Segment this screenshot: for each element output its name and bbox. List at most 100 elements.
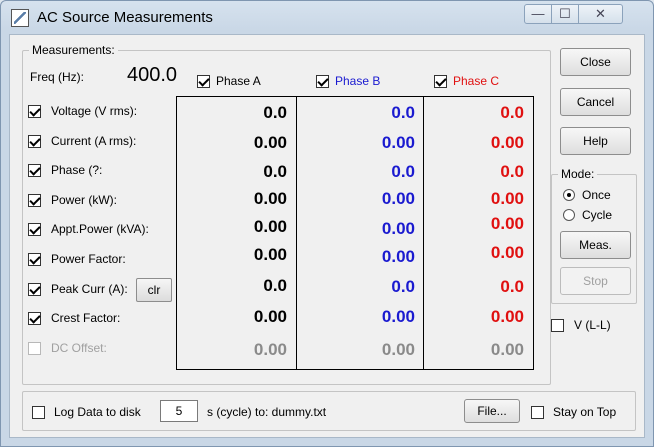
appt-power-checkbox[interactable]	[28, 222, 41, 236]
log-data-label: Log Data to disk	[54, 405, 141, 419]
row-appt-power[interactable]: Appt.Power (kVA):	[28, 222, 149, 236]
phase-angle-checkbox[interactable]	[28, 163, 41, 177]
phase-b-checkbox[interactable]	[316, 74, 329, 88]
current-c: 0.00	[490, 133, 524, 152]
phase-c-toggle[interactable]: Phase C	[434, 74, 499, 88]
file-button[interactable]: File...	[464, 399, 520, 423]
power-c: 0.00	[490, 189, 524, 208]
log-data-checkbox[interactable]	[32, 405, 45, 419]
appt-power-a: 0.00	[253, 217, 287, 236]
meas-button[interactable]: Meas.	[560, 231, 631, 259]
stop-button: Stop	[560, 267, 631, 295]
v-ll-label: V (L-L)	[574, 318, 611, 332]
stay-on-top-toggle[interactable]: Stay on Top	[531, 405, 616, 419]
log-data-toggle[interactable]: Log Data to disk	[32, 405, 141, 419]
dialog-body: Measurements: Freq (Hz): 400.0 Phase A P…	[9, 34, 645, 438]
freq-label: Freq (Hz):	[30, 70, 84, 84]
power-a: 0.00	[253, 189, 287, 208]
crest-factor-label: Crest Factor:	[51, 311, 121, 325]
row-voltage[interactable]: Voltage (V rms):	[28, 104, 137, 118]
mode-cycle-label: Cycle	[582, 208, 613, 222]
v-ll-checkbox[interactable]	[551, 318, 564, 332]
mode-cycle-option[interactable]: Cycle	[563, 208, 612, 222]
title-bar[interactable]: AC Source Measurements — ☐ ✕	[1, 1, 653, 35]
power-factor-checkbox[interactable]	[28, 252, 41, 266]
voltage-c: 0.0	[500, 103, 524, 122]
appt-power-label: Appt.Power (kVA):	[51, 222, 149, 236]
power-b: 0.00	[381, 189, 415, 208]
power-factor-b: 0.00	[381, 247, 415, 266]
row-phase[interactable]: Phase (?:	[28, 163, 102, 177]
current-label: Current (A rms):	[51, 134, 137, 148]
mode-label: Mode:	[561, 167, 595, 181]
voltage-a: 0.0	[263, 103, 287, 122]
app-window: AC Source Measurements — ☐ ✕ Measurement…	[0, 0, 654, 447]
measurements-group-label: Measurements:	[32, 43, 115, 57]
phase-angle-b: 0.0	[391, 162, 415, 181]
peak-curr-b: 0.0	[391, 277, 415, 296]
v-ll-toggle[interactable]: V (L-L)	[551, 318, 611, 332]
row-crest-factor[interactable]: Crest Factor:	[28, 311, 120, 325]
current-checkbox[interactable]	[28, 134, 41, 148]
stay-on-top-checkbox[interactable]	[531, 405, 544, 419]
close-window-button[interactable]: ✕	[579, 4, 623, 24]
appt-power-c: 0.00	[490, 214, 524, 233]
row-current[interactable]: Current (A rms):	[28, 134, 136, 148]
appt-power-b: 0.00	[381, 219, 415, 238]
mode-once-option[interactable]: Once	[563, 188, 611, 202]
mode-cycle-radio[interactable]	[563, 209, 575, 221]
phase-a-toggle[interactable]: Phase A	[197, 74, 261, 88]
mode-once-label: Once	[582, 188, 611, 202]
crest-factor-checkbox[interactable]	[28, 311, 41, 325]
app-icon	[11, 9, 29, 27]
power-factor-label: Power Factor:	[51, 252, 126, 266]
current-a: 0.00	[253, 133, 287, 152]
phase-angle-a: 0.0	[263, 162, 287, 181]
phase-b-toggle[interactable]: Phase B	[316, 74, 380, 88]
row-power[interactable]: Power (kW):	[28, 193, 117, 207]
phase-angle-c: 0.0	[500, 162, 524, 181]
dc-offset-c: 0.00	[490, 340, 524, 359]
power-factor-a: 0.00	[253, 245, 287, 264]
voltage-label: Voltage (V rms):	[51, 104, 138, 118]
row-power-factor[interactable]: Power Factor:	[28, 252, 126, 266]
log-interval-input[interactable]	[160, 400, 198, 422]
dc-offset-label: DC Offset:	[51, 341, 107, 355]
power-label: Power (kW):	[51, 193, 117, 207]
dc-offset-a: 0.00	[253, 340, 287, 359]
peak-curr-checkbox[interactable]	[28, 282, 41, 296]
cancel-button[interactable]: Cancel	[560, 88, 631, 116]
voltage-b: 0.0	[391, 103, 415, 122]
row-peak-curr[interactable]: Peak Curr (A):	[28, 282, 128, 296]
peak-curr-label: Peak Curr (A):	[51, 282, 128, 296]
maximize-button[interactable]: ☐	[552, 4, 579, 24]
stay-on-top-label: Stay on Top	[553, 405, 617, 419]
window-title: AC Source Measurements	[37, 9, 213, 26]
crest-factor-a: 0.00	[253, 307, 287, 326]
phase-c-label: Phase C	[453, 74, 500, 88]
clear-peak-button[interactable]: clr	[136, 278, 172, 302]
freq-value: 400.0	[127, 64, 178, 86]
phase-a-label: Phase A	[216, 74, 261, 88]
phase-a-checkbox[interactable]	[197, 74, 210, 88]
phase-c-checkbox[interactable]	[434, 74, 447, 88]
help-button[interactable]: Help	[560, 127, 631, 155]
phase-b-label: Phase B	[335, 74, 381, 88]
dc-offset-checkbox	[28, 341, 41, 355]
values-grid: 0.0 0.0 0.0 0.00 0.00 0.00 0.0 0.0 0.0 0…	[176, 96, 534, 370]
crest-factor-b: 0.00	[381, 307, 415, 326]
current-b: 0.00	[381, 133, 415, 152]
mode-once-radio[interactable]	[563, 189, 575, 201]
close-button[interactable]: Close	[560, 48, 631, 76]
voltage-checkbox[interactable]	[28, 104, 41, 118]
row-dc-offset: DC Offset:	[28, 341, 107, 355]
crest-factor-c: 0.00	[490, 307, 524, 326]
peak-curr-c: 0.0	[500, 277, 524, 296]
phase-angle-label: Phase (?:	[51, 163, 103, 177]
dc-offset-b: 0.00	[381, 340, 415, 359]
log-interval-suffix: s (cycle) to: dummy.txt	[207, 405, 327, 419]
power-checkbox[interactable]	[28, 193, 41, 207]
minimize-button[interactable]: —	[524, 4, 552, 24]
power-factor-c: 0.00	[490, 243, 524, 262]
peak-curr-a: 0.0	[263, 276, 287, 295]
